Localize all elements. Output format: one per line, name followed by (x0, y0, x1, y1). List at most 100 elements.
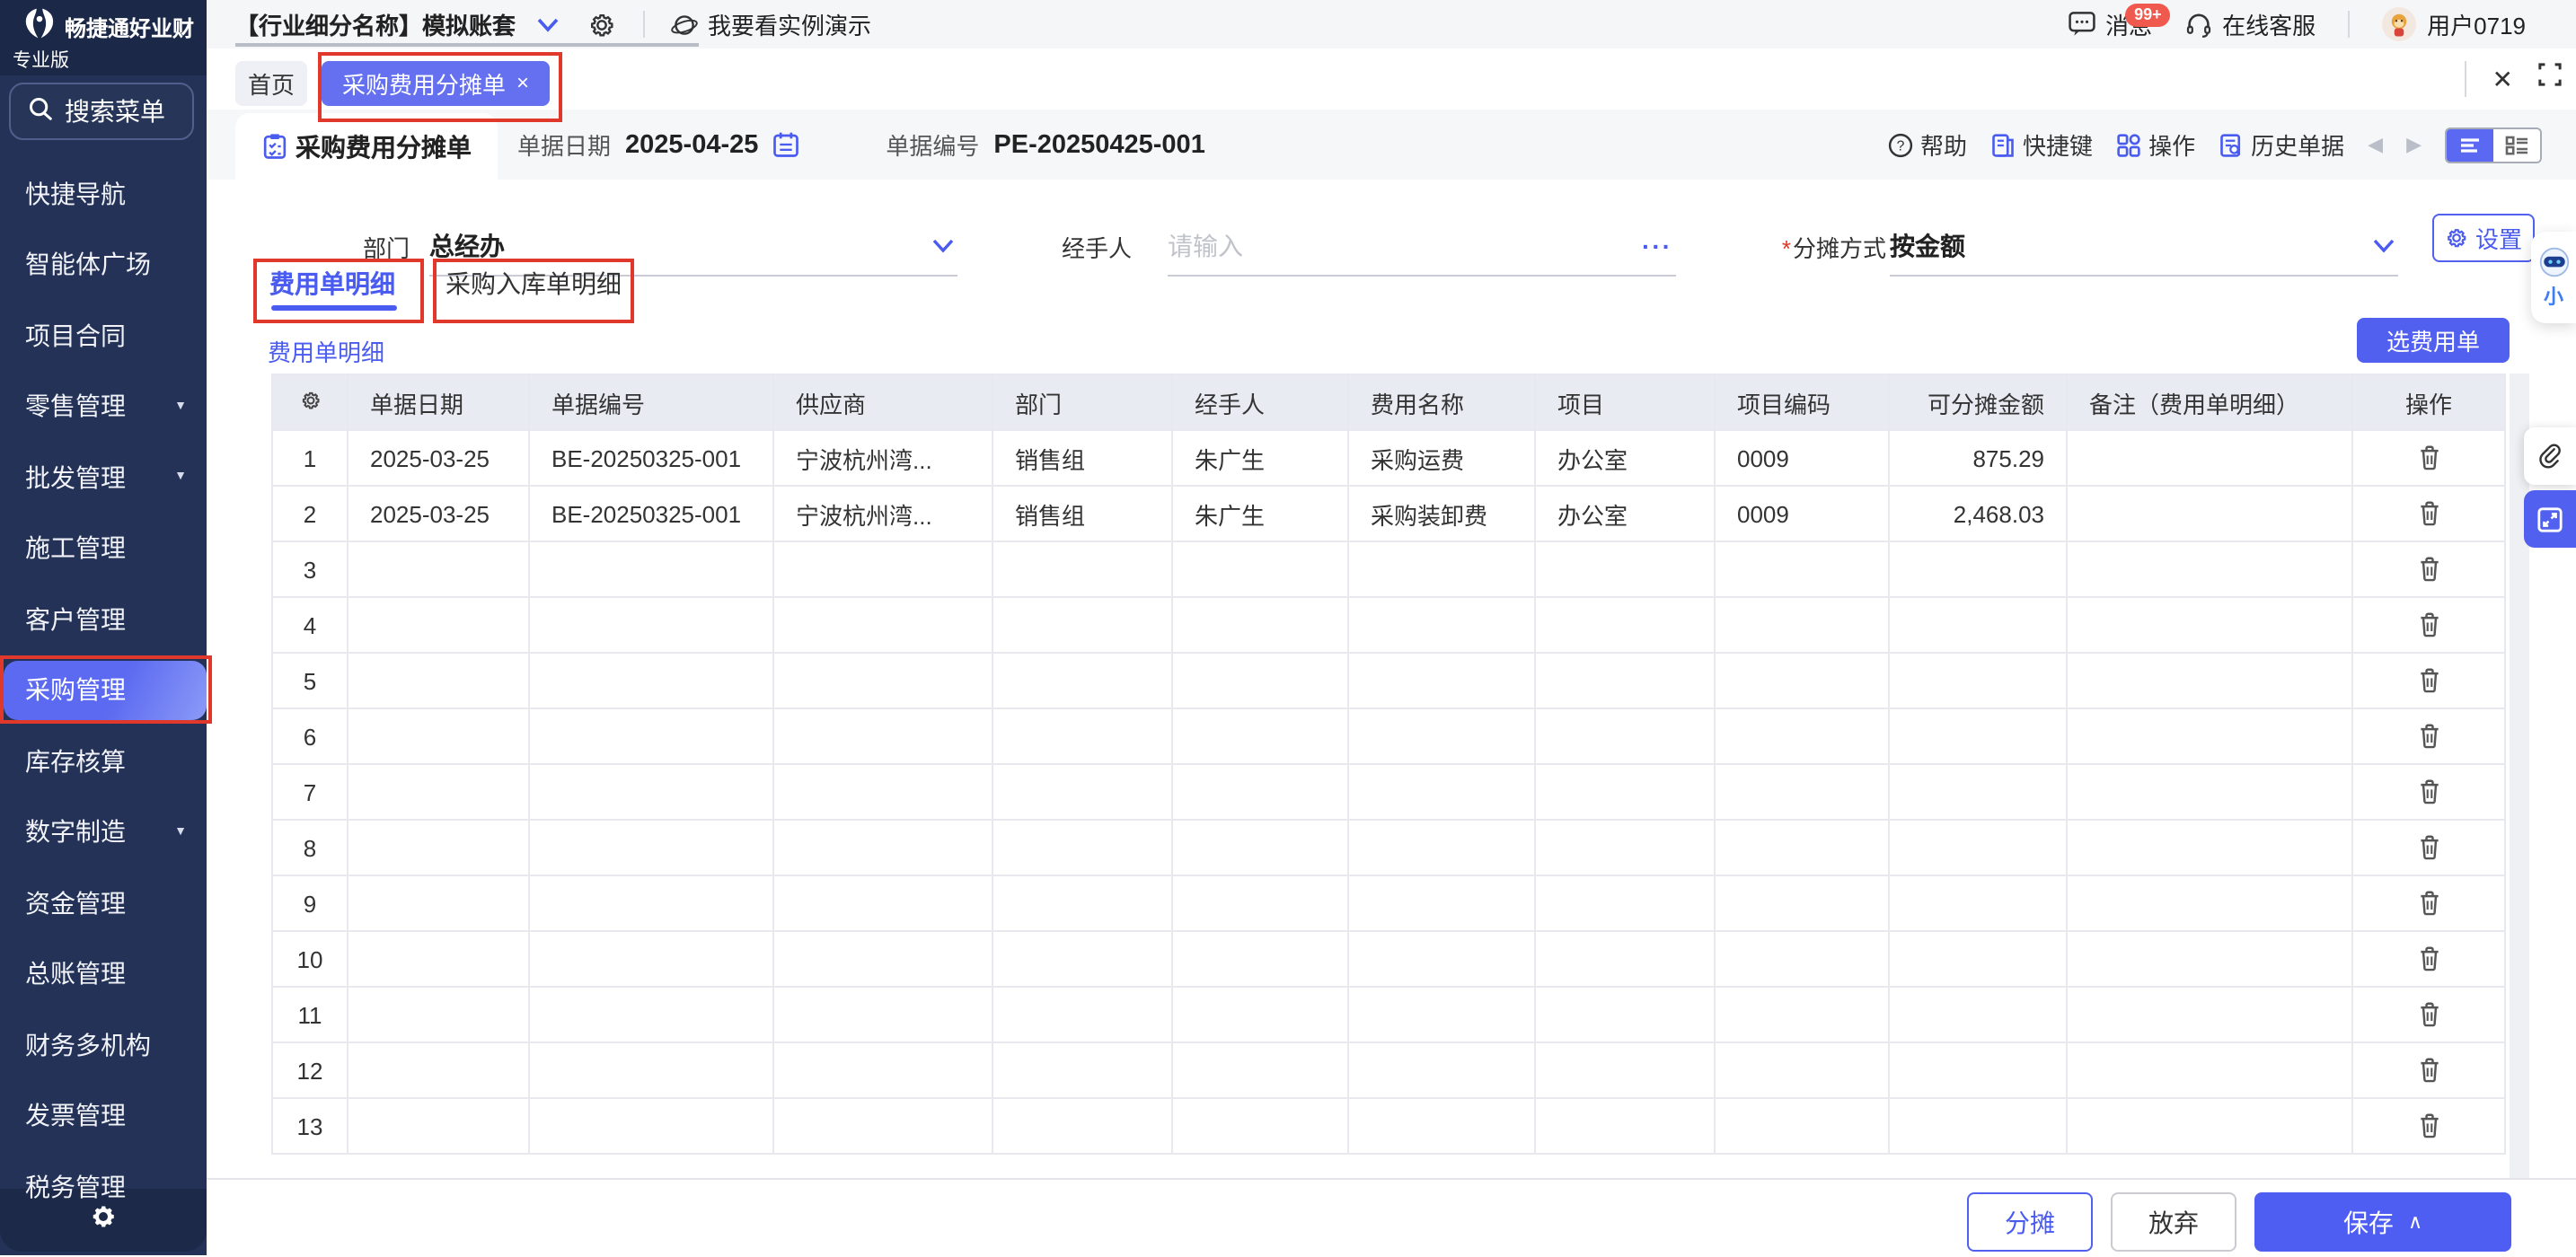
cell[interactable] (1889, 708, 2067, 764)
cell[interactable] (1535, 653, 1715, 708)
delete-row-icon[interactable] (2353, 542, 2504, 596)
cell[interactable] (348, 931, 529, 987)
cell[interactable] (1172, 987, 1348, 1042)
cell[interactable] (1715, 541, 1889, 597)
cell[interactable] (773, 597, 992, 653)
cell[interactable] (2067, 875, 2352, 931)
cell[interactable] (1715, 820, 1889, 875)
cell[interactable] (1535, 987, 1715, 1042)
select-expense-bill-button[interactable]: 选费用单 (2357, 318, 2510, 363)
cell[interactable]: 2,468.03 (1889, 486, 2067, 541)
cell[interactable] (1715, 931, 1889, 987)
messages-button[interactable]: 消息 99+ (2068, 7, 2152, 41)
sidebar-item-8[interactable]: 库存核算 (0, 725, 207, 796)
cell[interactable] (1535, 708, 1715, 764)
cell[interactable] (773, 931, 992, 987)
sidebar-item-6[interactable]: 客户管理 (0, 584, 207, 655)
cell[interactable] (1715, 597, 1889, 653)
cell[interactable]: 2025-03-25 (348, 430, 529, 486)
calendar-icon[interactable] (772, 131, 799, 158)
cell[interactable] (1715, 1098, 1889, 1154)
sidebar-item-2[interactable]: 项目合同 (0, 300, 207, 371)
view-list-icon[interactable] (2447, 128, 2493, 161)
sidebar-item-4[interactable]: 批发管理▼ (0, 442, 207, 513)
delete-row-icon[interactable] (2353, 487, 2504, 541)
cell[interactable]: 办公室 (1535, 486, 1715, 541)
sidebar-item-0[interactable]: 快捷导航 (0, 158, 207, 229)
cell[interactable] (2067, 931, 2352, 987)
cell[interactable] (1889, 1042, 2067, 1098)
sidebar-item-12[interactable]: 财务多机构 (0, 1009, 207, 1080)
cell[interactable]: 宁波杭州湾... (773, 430, 992, 486)
user-menu[interactable]: 用户0719 (2382, 7, 2526, 41)
save-button[interactable]: 保存 ∧ (2254, 1192, 2511, 1252)
cell[interactable] (1535, 820, 1715, 875)
cell[interactable]: BE-20250325-001 (529, 430, 773, 486)
demo-link[interactable]: 我要看实例演示 (708, 7, 871, 41)
close-all-icon[interactable]: ✕ (2492, 64, 2513, 94)
cell[interactable] (529, 1098, 773, 1154)
delete-row-icon[interactable] (2353, 821, 2504, 875)
cell[interactable] (1889, 875, 2067, 931)
cell[interactable] (992, 987, 1172, 1042)
delete-row-icon[interactable] (2353, 1099, 2504, 1153)
cell[interactable] (1172, 653, 1348, 708)
cell[interactable] (529, 820, 773, 875)
cell[interactable] (529, 708, 773, 764)
cell[interactable] (348, 764, 529, 820)
cell[interactable] (529, 1042, 773, 1098)
cell[interactable] (1889, 653, 2067, 708)
cell[interactable] (773, 708, 992, 764)
cell[interactable] (1348, 541, 1535, 597)
cell[interactable] (1348, 597, 1535, 653)
cell[interactable] (992, 1098, 1172, 1154)
cell[interactable]: 销售组 (992, 486, 1172, 541)
cell[interactable] (348, 541, 529, 597)
search-menu-box[interactable]: 搜索菜单 (9, 83, 194, 140)
history-button[interactable]: 历史单据 (2219, 127, 2344, 162)
cell[interactable] (1172, 1098, 1348, 1154)
sidebar-item-9[interactable]: 数字制造▼ (0, 796, 207, 867)
cell[interactable]: 0009 (1715, 430, 1889, 486)
method-select[interactable]: 按金额 (1890, 215, 2398, 277)
cell[interactable] (1889, 987, 2067, 1042)
cell[interactable] (2067, 597, 2352, 653)
cell[interactable] (992, 541, 1172, 597)
cell[interactable] (1172, 820, 1348, 875)
cell[interactable] (2067, 708, 2352, 764)
cell[interactable] (2067, 430, 2352, 486)
tab-expense-allocation[interactable]: 采购费用分摊单 × (322, 60, 550, 105)
tab-expense-detail[interactable]: 费用单明细 (269, 266, 395, 302)
cell[interactable] (992, 597, 1172, 653)
cell[interactable] (1172, 708, 1348, 764)
cell[interactable] (1715, 764, 1889, 820)
cell[interactable] (773, 541, 992, 597)
shortcuts-button[interactable]: 快捷键 (1990, 127, 2093, 162)
sidebar-item-10[interactable]: 资金管理 (0, 867, 207, 938)
cell[interactable] (348, 875, 529, 931)
fullscreen-icon[interactable] (2538, 63, 2562, 95)
cell[interactable] (773, 653, 992, 708)
cell[interactable] (1535, 875, 1715, 931)
cell[interactable] (1172, 1042, 1348, 1098)
cell[interactable] (1715, 1042, 1889, 1098)
cell[interactable] (1172, 764, 1348, 820)
cell[interactable] (1535, 931, 1715, 987)
form-title-tab[interactable]: 采购费用分摊单 (235, 113, 498, 180)
tab-inbound-detail[interactable]: 采购入库单明细 (446, 266, 622, 302)
cell[interactable] (1172, 931, 1348, 987)
cell[interactable] (1172, 875, 1348, 931)
discard-button[interactable]: 放弃 (2111, 1192, 2236, 1252)
attachment-button[interactable] (2524, 427, 2576, 485)
cell[interactable] (1889, 820, 2067, 875)
view-detail-icon[interactable] (2493, 128, 2540, 161)
delete-row-icon[interactable] (2353, 932, 2504, 986)
sidebar-item-5[interactable]: 施工管理 (0, 513, 207, 584)
delete-row-icon[interactable] (2353, 876, 2504, 930)
cell[interactable]: 2025-03-25 (348, 486, 529, 541)
cell[interactable] (2067, 764, 2352, 820)
topbar-gear-icon[interactable] (587, 10, 616, 39)
cell[interactable] (1172, 597, 1348, 653)
cell[interactable] (992, 764, 1172, 820)
delete-row-icon[interactable] (2353, 1043, 2504, 1097)
